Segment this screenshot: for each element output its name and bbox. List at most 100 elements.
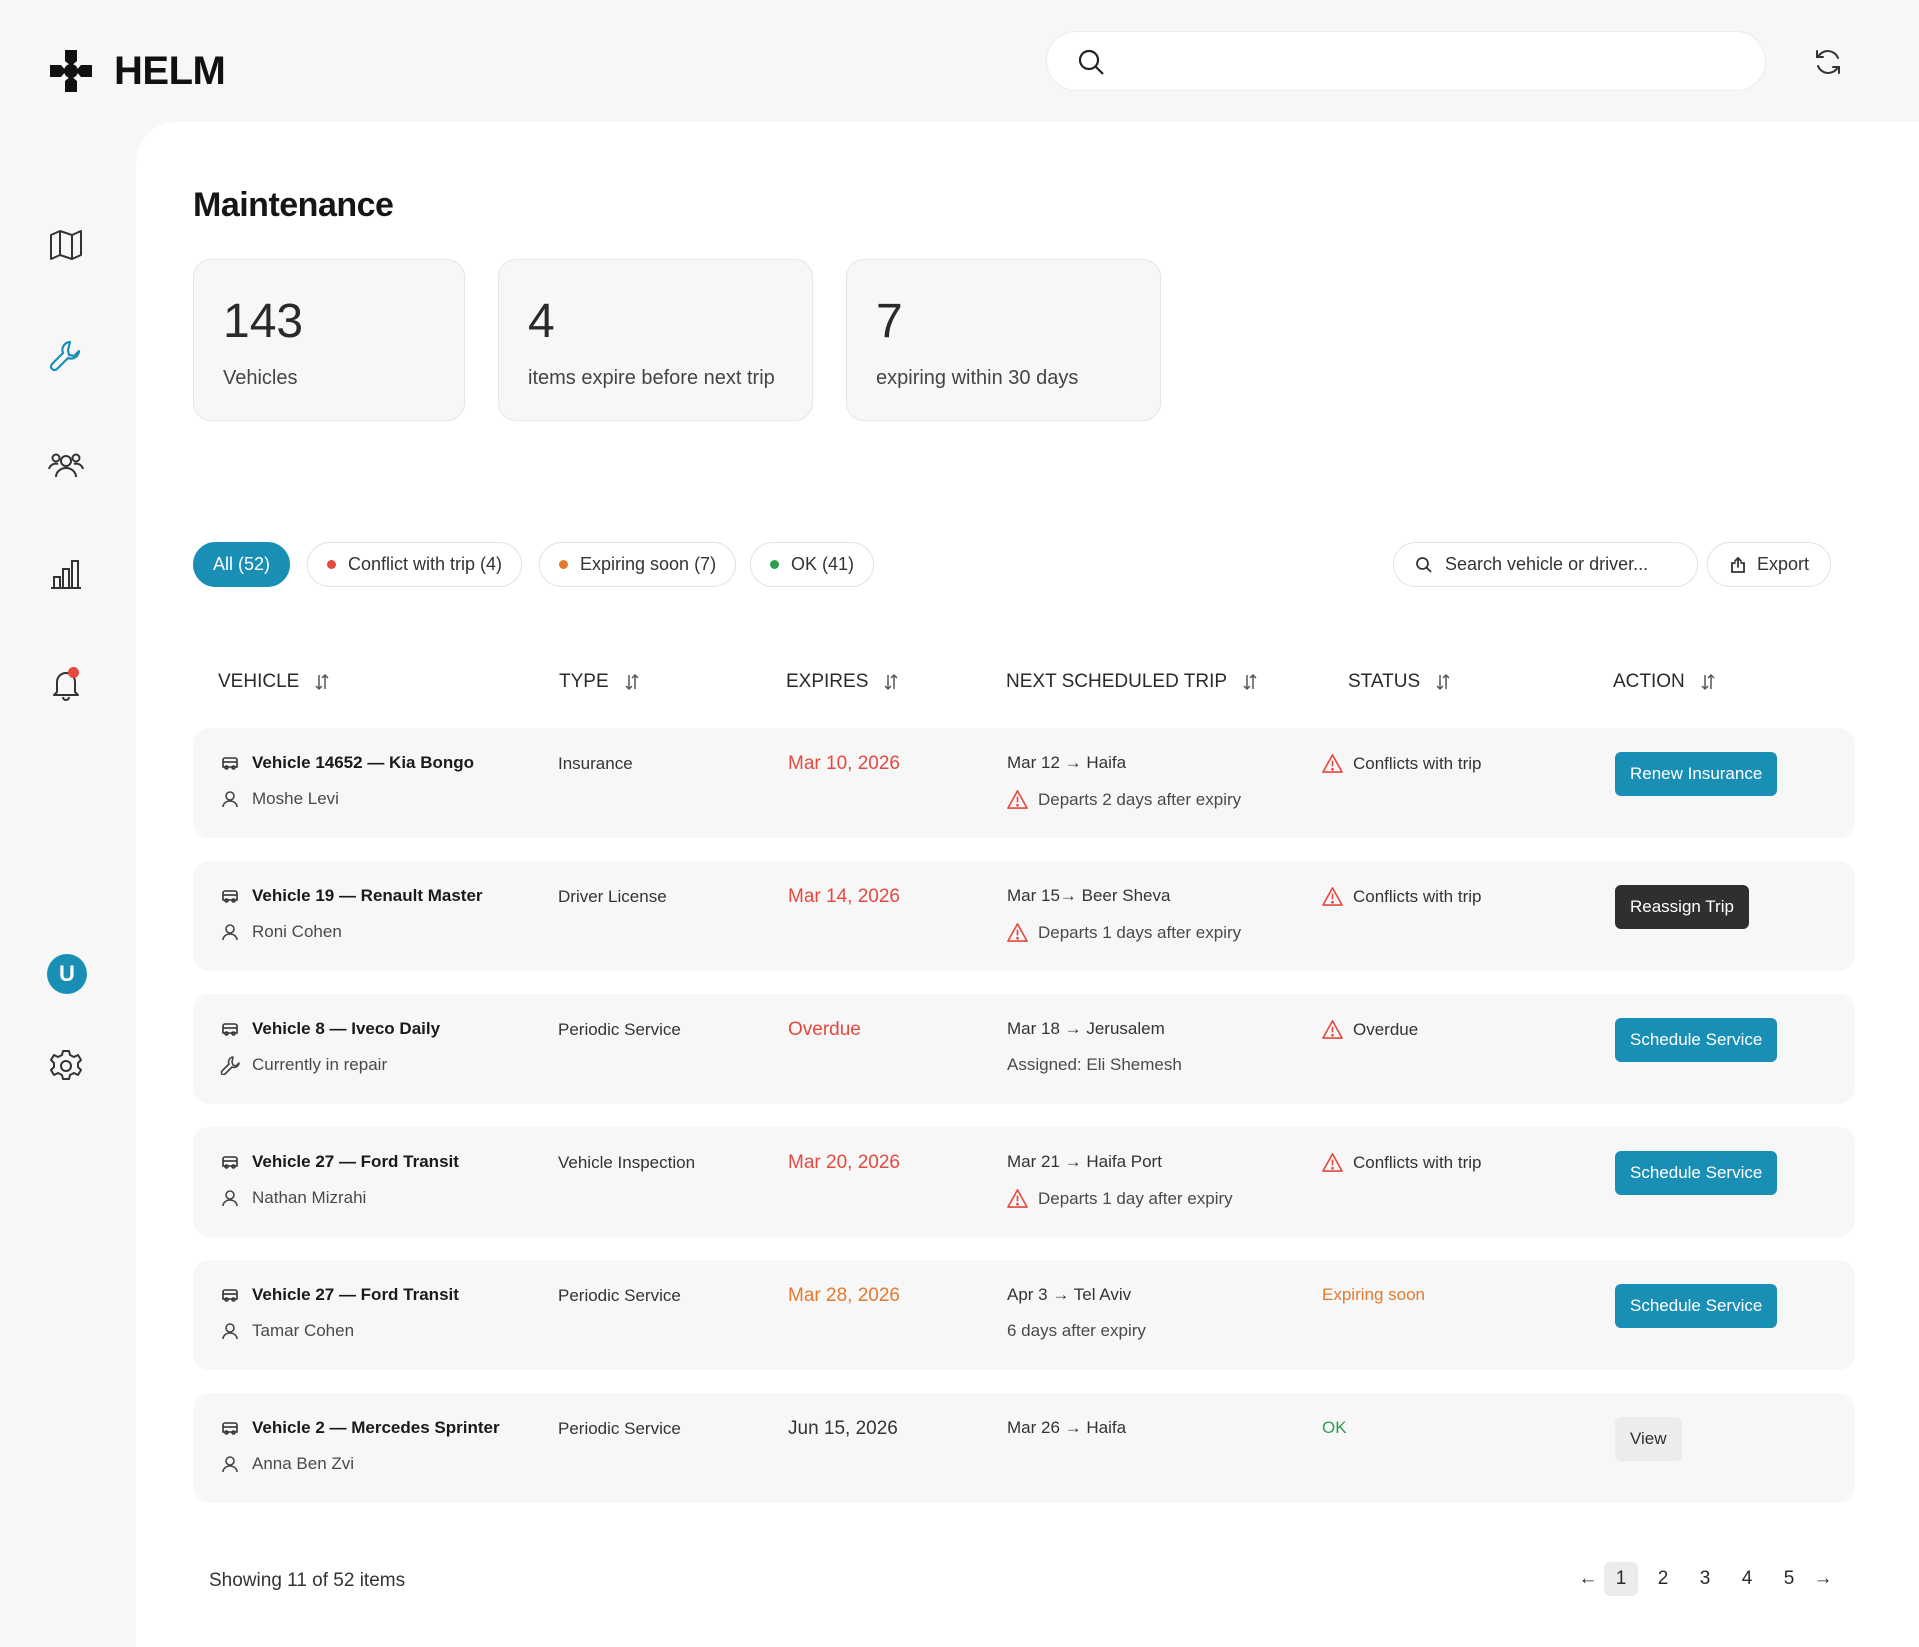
column-label: ACTION — [1613, 671, 1685, 692]
table-row[interactable]: Vehicle 19 — Renault Master Roni Cohen Dri… — [193, 861, 1855, 971]
sort-icon — [1701, 673, 1715, 691]
next-trip: Mar 12 → Haifa — [1007, 753, 1127, 772]
trip-note: Assigned: Eli Shemesh — [1007, 1055, 1182, 1075]
table-search-placeholder: Search vehicle or driver... — [1445, 554, 1649, 574]
vehicle-name: Vehicle 8 — Iveco Daily — [220, 1019, 440, 1039]
column-header-action[interactable]: ACTION — [1613, 671, 1717, 693]
vehicle-label: Vehicle 27 — Ford Transit — [252, 1152, 459, 1171]
row-action-button[interactable]: Renew Insurance — [1615, 752, 1778, 796]
driver-name: Anna Ben Zvi — [252, 1454, 355, 1473]
table-row[interactable]: Vehicle 8 — Iveco Daily Currently in repa… — [193, 994, 1855, 1104]
table-row[interactable]: Vehicle 2 — Mercedes Sprinter Anna Ben Zv… — [193, 1393, 1855, 1503]
driver-name: Tamar Cohen — [252, 1321, 355, 1340]
user-icon — [222, 791, 238, 808]
sort-icon — [625, 673, 639, 691]
vehicle-icon — [222, 1289, 238, 1302]
sidebar-item-settings[interactable] — [48, 1048, 84, 1084]
status-dot-orange — [559, 560, 568, 569]
users-icon — [48, 453, 84, 478]
pagination-page-1[interactable]: 1 — [1604, 1562, 1638, 1596]
vehicle-icon — [222, 890, 238, 903]
user-icon — [222, 1190, 238, 1207]
stat-label: Vehicles — [223, 367, 298, 389]
pagination-prev-button[interactable]: ← — [1571, 1562, 1605, 1596]
row-action-button[interactable]: Reassign Trip — [1615, 885, 1749, 929]
maintenance-type: Periodic Service — [558, 1020, 681, 1039]
refresh-icon[interactable] — [1812, 46, 1844, 78]
column-label: STATUS — [1348, 671, 1421, 692]
filter-conflict[interactable]: Conflict with trip (4) — [307, 542, 523, 587]
app-logo[interactable]: HELM — [46, 46, 226, 96]
row-action-button[interactable]: View — [1615, 1417, 1682, 1461]
pagination-page-4[interactable]: 4 — [1730, 1562, 1764, 1596]
status-badge: Conflicts with trip — [1322, 1152, 1481, 1173]
column-header-status[interactable]: STATUS — [1348, 671, 1452, 693]
expiry-date: Mar 28, 2026 — [788, 1285, 900, 1306]
search-icon — [1078, 49, 1104, 75]
sort-icon — [1243, 673, 1257, 691]
filter-expiring-soon[interactable]: Expiring soon (7) — [539, 542, 737, 587]
filter-label: All (52) — [213, 554, 271, 574]
trip-note-text: Departs 1 days after expiry — [1038, 922, 1242, 942]
sort-icon — [884, 673, 898, 691]
stat-card-expire-before-trip: 4 items expire before next trip — [498, 259, 813, 421]
helm-logo-icon — [50, 50, 92, 92]
status-text: Conflicts with trip — [1353, 1152, 1482, 1172]
gear-icon — [50, 1050, 82, 1080]
next-trip: Apr 3 → Tel Aviv — [1007, 1285, 1132, 1304]
trip-note: Departs 1 days after expiry — [1007, 922, 1241, 943]
table-row[interactable]: Vehicle 14652 — Kia Bongo Moshe Levi Insur… — [193, 728, 1855, 838]
pagination-summary: Showing 11 of 52 items — [209, 1570, 406, 1591]
next-trip: Mar 26 → Haifa — [1007, 1418, 1127, 1437]
search-icon — [1416, 556, 1432, 573]
vehicle-subtitle: Nathan Mizrahi — [220, 1188, 366, 1208]
table-row[interactable]: Vehicle 27 — Ford Transit Tamar Cohen Peri… — [193, 1260, 1855, 1370]
row-action-button[interactable]: Schedule Service — [1615, 1284, 1778, 1328]
filter-label: Conflict with trip (4) — [348, 554, 503, 574]
table-search-input[interactable]: Search vehicle or driver... — [1393, 542, 1698, 587]
maintenance-type: Insurance — [558, 754, 633, 773]
status-badge: Overdue — [1322, 1019, 1418, 1040]
pagination-page-3[interactable]: 3 — [1688, 1562, 1722, 1596]
vehicle-name: Vehicle 14652 — Kia Bongo — [220, 753, 474, 773]
sidebar-item-reports[interactable] — [48, 556, 84, 592]
sidebar-item-maintenance[interactable] — [48, 337, 84, 373]
avatar[interactable]: U — [47, 954, 87, 994]
vehicle-icon — [222, 1422, 238, 1435]
table-row[interactable]: Vehicle 27 — Ford Transit Nathan Mizrahi V… — [193, 1127, 1855, 1237]
global-search-input[interactable] — [1046, 31, 1766, 91]
sidebar-item-map[interactable] — [48, 227, 84, 263]
top-bar: HELM — [0, 0, 1919, 122]
column-header-next-trip[interactable]: NEXT SCHEDULED TRIP — [1006, 671, 1259, 693]
vehicle-icon — [222, 1023, 238, 1036]
column-header-vehicle[interactable]: VEHICLE — [218, 671, 331, 693]
status-dot-green — [770, 560, 779, 569]
filter-all[interactable]: All (52) — [193, 542, 291, 587]
column-header-type[interactable]: TYPE — [559, 671, 641, 693]
sidebar-item-drivers[interactable] — [48, 447, 84, 483]
vehicle-subtitle: Anna Ben Zvi — [220, 1454, 354, 1474]
column-header-expires[interactable]: EXPIRES — [786, 671, 900, 693]
expiry-date: Mar 20, 2026 — [788, 1152, 900, 1173]
filter-label: OK (41) — [791, 554, 855, 574]
export-button[interactable]: Export — [1707, 542, 1831, 587]
column-label: EXPIRES — [786, 671, 869, 692]
vehicle-label: Vehicle 14652 — Kia Bongo — [252, 753, 475, 772]
wrench-icon — [220, 1056, 240, 1075]
expiry-date: Overdue — [788, 1019, 861, 1040]
filter-ok[interactable]: OK (41) — [750, 542, 875, 587]
pagination-page-5[interactable]: 5 — [1772, 1562, 1806, 1596]
pagination-next-button[interactable]: → — [1806, 1562, 1840, 1596]
trip-note: Departs 1 day after expiry — [1007, 1188, 1233, 1209]
row-action-button[interactable]: Schedule Service — [1615, 1151, 1778, 1195]
pagination-page-2[interactable]: 2 — [1646, 1562, 1680, 1596]
expiry-date: Mar 14, 2026 — [788, 886, 900, 907]
column-label: VEHICLE — [218, 671, 300, 692]
stat-value: 4 — [528, 295, 555, 348]
stat-value: 7 — [876, 295, 903, 348]
wrench-icon — [49, 340, 81, 372]
vehicle-label: Vehicle 8 — Iveco Daily — [252, 1019, 441, 1038]
driver-name: Roni Cohen — [252, 922, 342, 941]
user-icon — [222, 1456, 238, 1473]
row-action-button[interactable]: Schedule Service — [1615, 1018, 1778, 1062]
